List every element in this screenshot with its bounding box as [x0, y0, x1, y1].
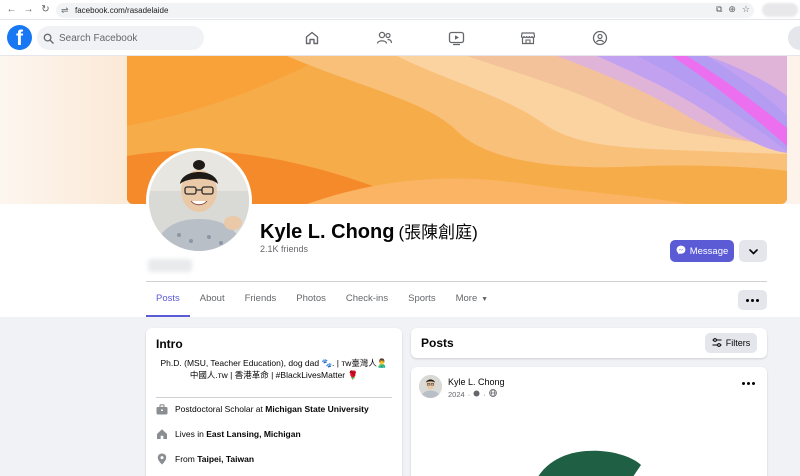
back-icon[interactable]: ← [3, 0, 20, 20]
tab-check-ins[interactable]: Check-ins [336, 283, 398, 317]
search-input[interactable] [59, 32, 189, 44]
intro-from-row: From Taipei, Taiwan [156, 453, 254, 465]
dot [746, 298, 749, 302]
intro-work-prefix: Postdoctoral Scholar at [175, 404, 263, 414]
profile-name: Kyle L. Chong (張陳創庭) [260, 218, 478, 244]
site-settings-icon[interactable]: ⇌ [61, 5, 73, 16]
location-pin-icon [156, 453, 168, 465]
profile-tabs: Posts About Friends Photos Check-ins Spo… [146, 283, 498, 317]
intro-lives-row: Lives in East Lansing, Michigan [156, 428, 301, 440]
intro-from-place[interactable]: Taipei, Taiwan [197, 454, 254, 464]
post-card: Kyle L. Chong 2024 · · [411, 367, 767, 476]
bookmark-star-icon[interactable]: ☆ [742, 4, 750, 15]
intro-title: Intro [156, 337, 183, 351]
install-app-icon[interactable]: ⧉ [716, 4, 722, 15]
header-divider [146, 281, 767, 282]
briefcase-icon [156, 403, 168, 415]
post-image[interactable] [411, 405, 767, 476]
blurred-mutual-friends [148, 259, 192, 272]
posts-title: Posts [421, 336, 454, 350]
filters-label: Filters [725, 338, 751, 348]
facebook-logo-icon[interactable]: f [7, 25, 32, 50]
tag-icon [473, 390, 480, 399]
meta-separator: · [467, 389, 471, 399]
dot [742, 382, 745, 385]
tab-sports[interactable]: Sports [398, 283, 445, 317]
tab-about[interactable]: About [190, 283, 235, 317]
intro-card: Intro Ph.D. (MSU, Teacher Education), do… [146, 328, 402, 476]
messenger-icon [676, 245, 686, 258]
profile-name-text: Kyle L. Chong [260, 221, 395, 243]
forward-icon[interactable]: → [20, 0, 37, 20]
profile-options-button[interactable] [739, 240, 767, 262]
message-button[interactable]: Message [670, 240, 734, 262]
tab-posts[interactable]: Posts [146, 283, 190, 317]
groups-icon[interactable] [591, 29, 609, 47]
globe-icon[interactable] [488, 389, 497, 399]
caret-down-icon: ▼ [479, 296, 489, 303]
dot [756, 298, 759, 302]
intro-bio: Ph.D. (MSU, Teacher Education), dog dad … [160, 358, 388, 380]
tab-more[interactable]: More ▼ [446, 283, 499, 317]
sliders-icon [712, 337, 722, 349]
menu-circle-button[interactable] [788, 26, 800, 50]
video-icon[interactable] [447, 29, 465, 47]
house-icon [156, 428, 168, 440]
post-options-button[interactable] [742, 382, 755, 385]
home-icon[interactable] [303, 29, 321, 47]
dot [751, 298, 754, 302]
logo-letter: f [16, 27, 23, 50]
intro-work-row: Postdoctoral Scholar at Michigan State U… [156, 403, 369, 415]
dot [752, 382, 755, 385]
meta-separator: · [483, 389, 486, 399]
marketplace-icon[interactable] [519, 29, 537, 47]
url-text: facebook.com/rasadelaide [75, 6, 169, 15]
post-meta: 2024 · · [448, 389, 497, 399]
post-date[interactable]: 2024 [448, 390, 465, 399]
search-icon [43, 32, 55, 44]
tabs-overflow-button[interactable] [738, 290, 767, 310]
post-author-name[interactable]: Kyle L. Chong [448, 377, 505, 387]
browser-profile-avatar[interactable] [762, 3, 798, 17]
chevron-down-icon [748, 242, 758, 260]
cover-backdrop-left [0, 56, 127, 204]
zoom-icon[interactable]: ⊕ [728, 4, 736, 15]
intro-divider [156, 397, 392, 398]
intro-work-org[interactable]: Michigan State University [265, 404, 368, 414]
address-bar[interactable]: ⇌ facebook.com/rasadelaide ⧉ ⊕ ☆ [56, 3, 754, 18]
profile-avatar[interactable] [146, 148, 252, 254]
message-label: Message [689, 245, 729, 257]
cover-backdrop-right [787, 56, 800, 204]
post-author-avatar[interactable] [419, 375, 442, 398]
intro-from-prefix: From [175, 454, 195, 464]
tab-photos[interactable]: Photos [286, 283, 336, 317]
intro-lives-place[interactable]: East Lansing, Michigan [206, 429, 300, 439]
dot [747, 382, 750, 385]
browser-toolbar: ← → ↻ ⇌ facebook.com/rasadelaide ⧉ ⊕ ☆ [0, 0, 800, 20]
filters-button[interactable]: Filters [705, 333, 757, 353]
friends-icon[interactable] [375, 29, 393, 47]
posts-header-card: Posts Filters [411, 328, 767, 358]
facebook-top-bar: f [0, 20, 800, 56]
search-box[interactable] [37, 26, 204, 50]
profile-alt-name: (張陳創庭) [398, 223, 478, 242]
intro-lives-prefix: Lives in [175, 429, 204, 439]
reload-icon[interactable]: ↻ [37, 0, 54, 20]
tab-friends[interactable]: Friends [235, 283, 287, 317]
friends-count[interactable]: 2.1K friends [260, 244, 308, 254]
tab-more-label: More [455, 293, 478, 304]
